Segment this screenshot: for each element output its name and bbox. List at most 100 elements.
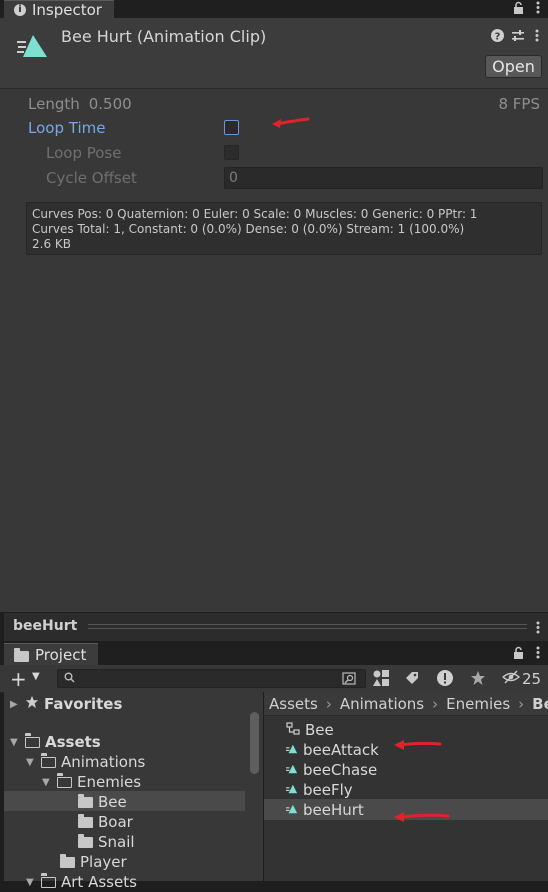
project-toolbar: + ▼ 25 — [0, 665, 548, 693]
folder-icon — [78, 793, 93, 808]
inspector-header: Bee Hurt (Animation Clip) ? Open — [0, 18, 548, 89]
curves-info-box: Curves Pos: 0 Quaternion: 0 Euler: 0 Sca… — [26, 202, 542, 255]
cycle-offset-label: Cycle Offset — [46, 169, 137, 187]
preview-name: beeHurt — [13, 618, 78, 634]
collapse-arrow-icon[interactable]: ▼ — [26, 757, 36, 768]
loop-time-checkbox[interactable] — [224, 120, 239, 135]
folder-icon — [14, 647, 29, 662]
tree-item-player[interactable]: Player — [60, 852, 127, 872]
kebab-menu-icon[interactable] — [536, 646, 540, 663]
lock-icon[interactable] — [513, 1, 524, 18]
asset-label: beeChase — [303, 761, 378, 779]
tree-item-animations[interactable]: ▼ Animations — [26, 752, 145, 772]
annotation-arrow — [394, 812, 450, 822]
chevron-right-icon: › — [325, 694, 332, 713]
hidden-packages-toggle[interactable]: 25 — [501, 670, 542, 688]
tab-inspector-label: Inspector — [32, 0, 102, 19]
tree-label: Enemies — [77, 773, 142, 791]
length-value: 0.500 — [88, 95, 132, 113]
help-icon[interactable]: ? — [491, 29, 504, 46]
folder-icon — [78, 833, 93, 848]
filter-by-type-icon[interactable] — [372, 669, 390, 691]
collapse-arrow-icon[interactable]: ▼ — [26, 877, 36, 888]
tag-icon[interactable] — [404, 670, 420, 690]
expand-arrow-icon[interactable]: ▶ — [10, 699, 20, 710]
tree-item-favorites[interactable]: ▶ Favorites — [10, 694, 122, 714]
tab-project[interactable]: Project — [4, 643, 99, 665]
kebab-menu-icon[interactable] — [536, 1, 540, 18]
folder-tree: ▶ Favorites ▼ Assets ▼ Animations ▼ Enem… — [4, 692, 245, 891]
tree-scrollbar-thumb[interactable] — [250, 712, 259, 774]
tree-label: Bee — [98, 793, 127, 811]
asset-label: beeHurt — [303, 801, 364, 819]
open-button[interactable]: Open — [485, 55, 542, 78]
search-in-scene-icon[interactable] — [342, 672, 357, 690]
search-input[interactable] — [57, 669, 366, 688]
tab-project-label: Project — [35, 645, 87, 664]
animator-controller-icon — [286, 721, 300, 739]
collapse-arrow-icon[interactable]: ▼ — [42, 777, 52, 788]
inspector-tab-bar: i Inspector — [0, 0, 548, 19]
collapse-arrow-icon[interactable]: ▼ — [10, 737, 20, 748]
breadcrumb-item[interactable]: Assets — [269, 695, 318, 713]
tree-label: Assets — [45, 733, 101, 751]
presets-icon[interactable] — [511, 29, 525, 47]
length-row: Length 0.500 — [28, 95, 132, 113]
create-plus-icon[interactable]: + — [10, 667, 27, 691]
kebab-menu-icon[interactable] — [535, 29, 539, 46]
breadcrumb: Assets › Animations › Enemies › Bee — [264, 692, 548, 716]
chevron-right-icon: › — [518, 694, 525, 713]
breadcrumb-item[interactable]: Bee — [532, 695, 548, 713]
project-tab-bar: Project — [0, 643, 548, 665]
tree-label: Player — [80, 853, 127, 871]
star-icon[interactable] — [470, 670, 486, 690]
fps-label: 8 FPS — [498, 95, 540, 113]
star-icon — [25, 695, 39, 713]
warning-icon[interactable] — [436, 669, 454, 691]
kebab-menu-icon[interactable] — [536, 621, 540, 638]
asset-item-beehurt[interactable]: beeHurt — [286, 800, 364, 820]
info-icon: i — [14, 3, 26, 16]
tree-item-assets[interactable]: ▼ Assets — [10, 732, 101, 752]
tree-item-bee[interactable]: Bee — [78, 792, 127, 812]
svg-text:?: ? — [495, 32, 501, 43]
search-icon — [64, 672, 75, 687]
animation-clip-icon — [286, 801, 298, 819]
folder-open-icon — [24, 733, 40, 748]
tree-label: Art Assets — [61, 873, 137, 891]
asset-list-pane: Assets › Animations › Enemies › Bee Bee … — [264, 692, 548, 881]
tree-label: Favorites — [44, 695, 123, 713]
loop-pose-checkbox — [224, 145, 239, 160]
info-line: Curves Total: 1, Constant: 0 (0.0%) Dens… — [32, 222, 465, 236]
asset-item-bee[interactable]: Bee — [286, 720, 334, 740]
annotation-arrow — [394, 740, 442, 750]
tree-label: Boar — [98, 813, 133, 831]
lock-icon[interactable] — [513, 646, 524, 663]
chevron-right-icon: › — [432, 694, 439, 713]
breadcrumb-item[interactable]: Animations — [340, 695, 424, 713]
inspector-title: Bee Hurt (Animation Clip) — [61, 27, 267, 46]
folder-icon — [78, 813, 93, 828]
tree-scrollbar-track — [245, 692, 264, 881]
tree-item-boar[interactable]: Boar — [78, 812, 133, 832]
chevron-down-icon[interactable]: ▼ — [32, 671, 40, 682]
tree-item-art-assets[interactable]: ▼ Art Assets — [26, 872, 137, 892]
folder-open-icon — [56, 773, 72, 788]
annotation-arrow — [272, 117, 310, 128]
asset-item-beeattack[interactable]: beeAttack — [286, 740, 379, 760]
preview-drag-handle[interactable] — [88, 624, 527, 629]
tree-item-snail[interactable]: Snail — [78, 832, 135, 852]
animation-clip-icon — [16, 32, 48, 64]
info-line: Curves Pos: 0 Quaternion: 0 Euler: 0 Sca… — [32, 207, 478, 221]
loop-pose-label: Loop Pose — [46, 144, 122, 162]
loop-time-label: Loop Time — [28, 119, 106, 137]
hidden-count: 25 — [522, 670, 542, 688]
folder-open-icon — [40, 873, 56, 888]
tree-label: Animations — [61, 753, 146, 771]
asset-item-beechase[interactable]: beeChase — [286, 760, 377, 780]
info-line: 2.6 KB — [32, 237, 71, 251]
tree-item-enemies[interactable]: ▼ Enemies — [42, 772, 141, 792]
breadcrumb-item[interactable]: Enemies — [446, 695, 510, 713]
tab-inspector[interactable]: i Inspector — [4, 0, 114, 19]
asset-item-beefly[interactable]: beeFly — [286, 780, 353, 800]
